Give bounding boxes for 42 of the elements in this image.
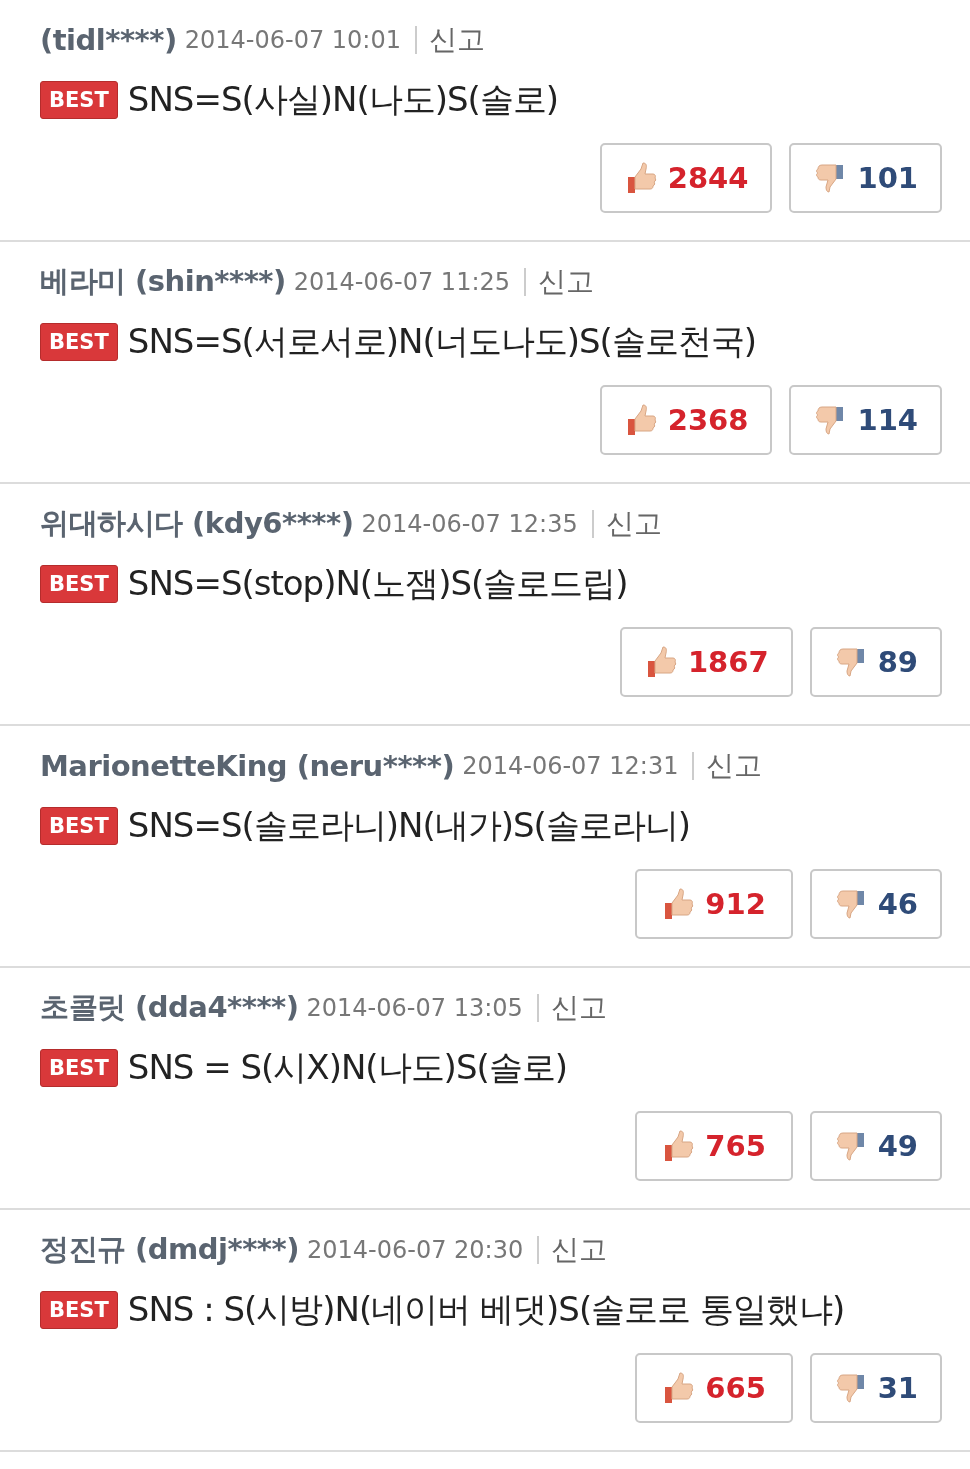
report-link[interactable]: 신고 [524,268,595,296]
best-badge: BEST [40,1291,118,1329]
best-badge: BEST [40,565,118,603]
dislike-button[interactable]: 46 [809,869,942,939]
author-name: 위대하시다 (kdy6****) [40,505,354,542]
dislike-button[interactable]: 89 [809,627,942,697]
comment-date: 2014-06-07 12:31 [462,752,679,780]
best-badge: BEST [40,323,118,361]
like-button[interactable]: 2844 [599,143,773,213]
author-name: 베라미 (shin****) [40,263,286,300]
author-name: 초콜릿 (dda4****) [40,989,299,1026]
comment-date: 2014-06-07 11:25 [293,268,511,296]
comment-text: SNS=S(솔로라니)N(내가)S(솔로라니) [127,804,691,847]
dislike-button[interactable]: 101 [789,143,942,213]
report-link[interactable]: 신고 [692,752,763,780]
dislike-button[interactable]: 114 [789,385,942,455]
comment-text: SNS : S(시방)N(네이버 베댓)S(솔로로 통일했냐) [127,1288,845,1331]
author-name: (tidl****) [40,23,177,57]
like-button[interactable]: 1867 [619,627,793,697]
comment-date: 2014-06-07 12:35 [361,510,578,538]
comment-date: 2014-06-07 10:01 [184,26,401,54]
comment-text: SNS=S(stop)N(노잼)S(솔로드립) [127,562,628,605]
best-badge: BEST [40,81,118,119]
comment-date: 2014-06-07 13:05 [306,994,523,1022]
comment-text: SNS=S(사실)N(나도)S(솔로) [127,78,559,121]
like-button[interactable]: 765 [634,1111,793,1181]
best-badge: BEST [40,807,118,845]
report-link[interactable]: 신고 [591,510,662,538]
report-link[interactable]: 신고 [536,994,607,1022]
comment-text: SNS = S(시X)N(나도)S(솔로) [127,1046,567,1089]
comment-date: 2014-06-07 20:30 [306,1236,524,1264]
best-badge: BEST [40,1049,118,1087]
like-button[interactable]: 912 [634,869,793,939]
dislike-button[interactable]: 31 [809,1353,942,1423]
like-button[interactable]: 2368 [599,385,773,455]
like-button[interactable]: 665 [634,1353,793,1423]
comment-text: SNS=S(서로서로)N(너도나도)S(솔로천국) [127,320,757,363]
author-name: 정진규 (dmdj****) [40,1231,299,1268]
author-name: MarionetteKing (neru****) [40,749,455,783]
dislike-button[interactable]: 49 [809,1111,942,1181]
report-link[interactable]: 신고 [414,26,485,54]
report-link[interactable]: 신고 [537,1236,608,1264]
